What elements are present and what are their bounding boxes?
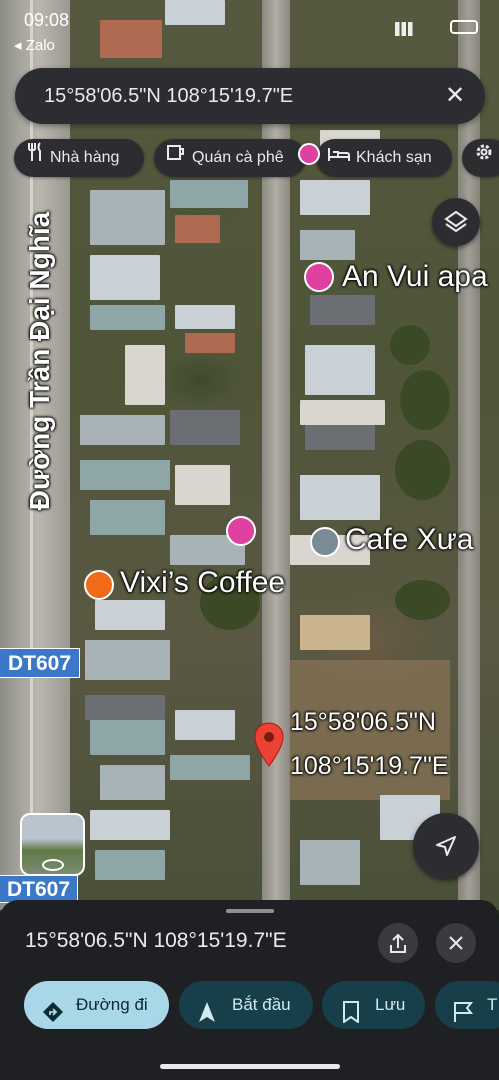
- tree: [395, 580, 450, 620]
- close-icon: [449, 936, 463, 950]
- building: [85, 695, 165, 720]
- signal-icon: [395, 22, 417, 36]
- building: [175, 215, 220, 243]
- search-query[interactable]: 15°58'06.5"N 108°15'19.7"E: [44, 85, 293, 108]
- building: [170, 180, 248, 208]
- pink-place-icon[interactable]: [298, 143, 320, 165]
- building: [90, 190, 165, 245]
- share-icon: [390, 933, 406, 953]
- flag-icon: [453, 994, 474, 1029]
- road-badge: DT607: [0, 875, 78, 903]
- building: [170, 410, 240, 445]
- building: [300, 230, 355, 260]
- building: [175, 465, 230, 505]
- bookmark-icon: [342, 994, 360, 1029]
- road-badge: DT607: [0, 648, 80, 678]
- layers-button[interactable]: [432, 198, 480, 246]
- share-button[interactable]: [378, 923, 418, 963]
- navigation-icon: [197, 994, 217, 1029]
- building: [310, 295, 375, 325]
- sheet-coords: 15°58'06.5"N 108°15'19.7"E: [25, 929, 287, 952]
- tree: [390, 325, 430, 365]
- building: [90, 810, 170, 840]
- directions-button[interactable]: Đường đi: [24, 981, 169, 1029]
- place-icon[interactable]: [310, 527, 340, 557]
- building: [95, 850, 165, 880]
- chip-label: Khách sạn: [356, 149, 432, 167]
- building: [185, 333, 235, 353]
- right-road: [458, 0, 480, 910]
- street-view-thumbnail[interactable]: [20, 813, 85, 876]
- building: [300, 475, 380, 520]
- navigation-arrow-icon: [436, 836, 456, 856]
- battery-icon: [450, 20, 478, 34]
- fork-knife-icon: [26, 139, 44, 177]
- building: [125, 345, 165, 405]
- chip-label: Quán cà phê: [192, 149, 284, 167]
- street-view-icon: [42, 859, 64, 871]
- directions-icon: [42, 994, 64, 1022]
- coffee-icon[interactable]: [84, 570, 114, 600]
- building: [165, 0, 225, 25]
- status-time: 09:08: [24, 10, 70, 30]
- building: [175, 710, 235, 740]
- place-label[interactable]: Cafe Xưa: [345, 523, 473, 557]
- building: [300, 840, 360, 885]
- place-label[interactable]: Vixi’s Coffee: [120, 566, 285, 600]
- bed-icon: [328, 139, 350, 177]
- home-indicator[interactable]: [160, 1064, 340, 1069]
- building: [300, 400, 385, 425]
- pin-label-line1: 15°58'06.5"N: [290, 708, 436, 736]
- my-location-button[interactable]: [413, 813, 479, 879]
- close-icon[interactable]: ✕: [439, 80, 471, 112]
- chip-cafe[interactable]: Quán cà phê: [154, 139, 306, 177]
- tree: [395, 440, 450, 500]
- chip-more[interactable]: [462, 139, 499, 177]
- directions-label: Đường đi: [76, 995, 148, 1014]
- building: [170, 755, 250, 780]
- building: [305, 345, 375, 395]
- close-sheet-button[interactable]: [436, 923, 476, 963]
- save-label: Lưu: [375, 995, 406, 1014]
- save-button[interactable]: Lưu: [322, 981, 425, 1029]
- start-label: Bắt đầu: [232, 995, 291, 1014]
- chip-label: Nhà hàng: [50, 149, 120, 167]
- building: [85, 640, 170, 680]
- dropped-pin-icon[interactable]: [253, 722, 285, 773]
- street-label: Đường Trần Đại Nghĩa: [24, 211, 55, 511]
- building: [100, 20, 162, 58]
- building: [300, 180, 370, 215]
- chip-hotel[interactable]: Khách sạn: [316, 139, 452, 177]
- drag-handle[interactable]: [226, 909, 274, 913]
- chip-restaurant[interactable]: Nhà hàng: [14, 139, 144, 177]
- building: [90, 255, 160, 300]
- building: [175, 305, 235, 329]
- pin-label-line2: 108°15'19.7"E: [290, 752, 449, 780]
- building: [95, 600, 165, 630]
- building: [100, 765, 165, 800]
- start-button[interactable]: Bắt đầu: [179, 981, 313, 1029]
- building: [90, 305, 165, 330]
- coffee-cup-icon: [166, 139, 186, 177]
- building: [300, 615, 370, 650]
- building: [90, 500, 165, 535]
- central-road: [262, 0, 290, 910]
- search-bar[interactable]: 15°58'06.5"N 108°15'19.7"E ✕: [15, 68, 485, 124]
- tree: [400, 370, 450, 430]
- back-to-app[interactable]: ◂ Zalo: [14, 36, 55, 54]
- hotel-icon[interactable]: [304, 262, 334, 292]
- layers-icon: [444, 210, 468, 233]
- building: [80, 460, 170, 490]
- pink-place-icon[interactable]: [226, 516, 256, 546]
- label-text: T: [487, 995, 498, 1014]
- building: [305, 425, 375, 450]
- label-button[interactable]: T: [435, 981, 499, 1029]
- building: [80, 415, 165, 445]
- building: [90, 720, 165, 755]
- place-label[interactable]: An Vui apa: [342, 260, 488, 294]
- gear-icon: [474, 139, 494, 177]
